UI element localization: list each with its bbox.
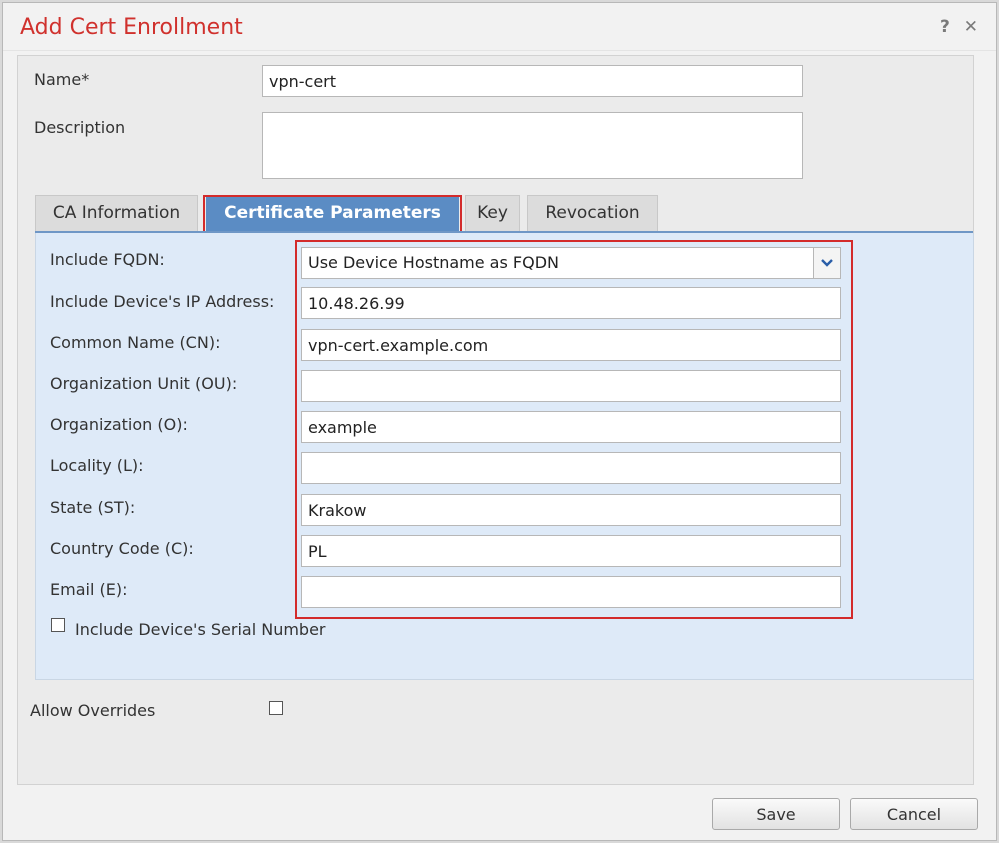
close-icon[interactable]: ✕ xyxy=(964,17,978,37)
cn-input[interactable] xyxy=(301,329,841,361)
title-divider xyxy=(3,50,996,51)
chevron-down-icon[interactable] xyxy=(813,248,840,278)
title-icons: ? ✕ xyxy=(932,17,978,37)
ip-input[interactable] xyxy=(301,287,841,319)
locality-input[interactable] xyxy=(301,452,841,484)
fqdn-select-value: Use Device Hostname as FQDN xyxy=(308,253,559,272)
description-label: Description xyxy=(34,118,126,137)
cancel-button[interactable]: Cancel xyxy=(850,798,978,830)
ou-input[interactable] xyxy=(301,370,841,402)
name-label: Name* xyxy=(34,70,90,89)
organization-label: Organization (O): xyxy=(50,415,188,434)
name-input[interactable] xyxy=(262,65,803,97)
tab-key[interactable]: Key xyxy=(465,195,520,231)
tab-revocation[interactable]: Revocation xyxy=(527,195,658,231)
state-input[interactable] xyxy=(301,494,841,526)
serial-number-label: Include Device's Serial Number xyxy=(75,620,326,639)
allow-overrides-label: Allow Overrides xyxy=(30,701,156,720)
cn-label: Common Name (CN): xyxy=(50,333,221,352)
description-textarea[interactable] xyxy=(262,112,803,179)
tab-certificate-parameters[interactable]: Certificate Parameters xyxy=(206,195,459,231)
email-label: Email (E): xyxy=(50,580,128,599)
serial-number-checkbox[interactable] xyxy=(51,618,65,632)
ip-label: Include Device's IP Address: xyxy=(50,292,275,311)
dialog-title: Add Cert Enrollment xyxy=(20,15,243,40)
country-code-input[interactable] xyxy=(301,535,841,567)
fqdn-label: Include FQDN: xyxy=(50,250,165,269)
email-input[interactable] xyxy=(301,576,841,608)
organization-input[interactable] xyxy=(301,411,841,443)
save-button[interactable]: Save xyxy=(712,798,840,830)
state-label: State (ST): xyxy=(50,498,136,517)
locality-label: Locality (L): xyxy=(50,456,144,475)
tab-ca-information[interactable]: CA Information xyxy=(35,195,198,231)
allow-overrides-checkbox[interactable] xyxy=(269,701,283,715)
fqdn-select[interactable]: Use Device Hostname as FQDN xyxy=(301,247,841,279)
ou-label: Organization Unit (OU): xyxy=(50,374,238,393)
help-icon[interactable]: ? xyxy=(940,17,950,37)
country-code-label: Country Code (C): xyxy=(50,539,194,558)
